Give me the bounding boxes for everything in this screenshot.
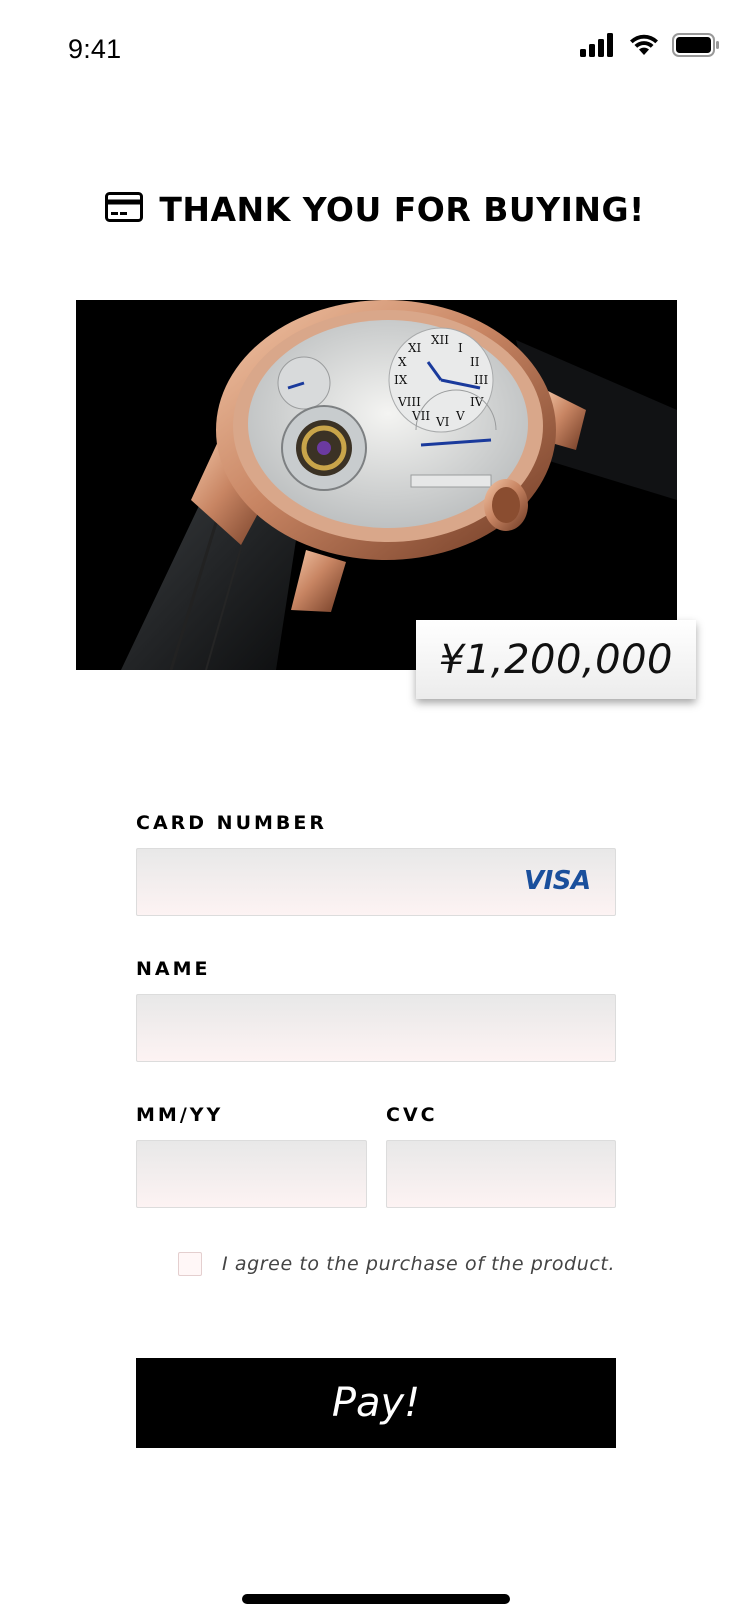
svg-text:XI: XI [408, 341, 422, 355]
cvc-input[interactable] [386, 1140, 616, 1208]
pay-button[interactable]: Pay! [136, 1358, 616, 1448]
status-time: 9:41 [68, 34, 122, 64]
svg-text:VI: VI [435, 415, 450, 429]
wifi-icon [628, 33, 660, 62]
status-bar: 9:41 [0, 0, 750, 100]
svg-text:IV: IV [470, 395, 484, 409]
visa-logo-icon: VISA [524, 866, 591, 896]
expiry-input[interactable] [136, 1140, 367, 1208]
battery-icon [672, 32, 720, 62]
cvc-label: CVC [386, 1104, 438, 1126]
svg-text:X: X [398, 355, 407, 369]
page-title: THANK YOU FOR BUYING! [159, 189, 645, 229]
svg-text:I: I [458, 341, 463, 355]
svg-text:XII: XII [431, 333, 449, 347]
watch-image: XII III VI IX I II XI X IV V VII VIII [76, 300, 677, 670]
name-input[interactable] [136, 994, 616, 1062]
price-amount: ¥1,200,000 [438, 636, 674, 683]
price-tag: ¥1,200,000 [416, 620, 696, 699]
signal-icon [580, 32, 616, 62]
status-icons [580, 32, 720, 62]
page-header: THANK YOU FOR BUYING! [0, 186, 750, 232]
svg-text:II: II [470, 355, 480, 369]
svg-text:VIII: VIII [397, 395, 421, 409]
card-number-label: CARD NUMBER [136, 812, 327, 834]
credit-card-icon [105, 191, 144, 227]
home-indicator [242, 1594, 510, 1604]
svg-text:III: III [474, 373, 488, 387]
expiry-label: MM/YY [136, 1104, 224, 1126]
svg-text:V: V [455, 409, 465, 423]
agree-label: I agree to the purchase of the product. [222, 1253, 616, 1275]
name-label: NAME [136, 958, 211, 980]
svg-text:IX: IX [394, 373, 408, 387]
agree-row: I agree to the purchase of the product. [178, 1250, 615, 1278]
agree-checkbox[interactable] [178, 1252, 202, 1276]
